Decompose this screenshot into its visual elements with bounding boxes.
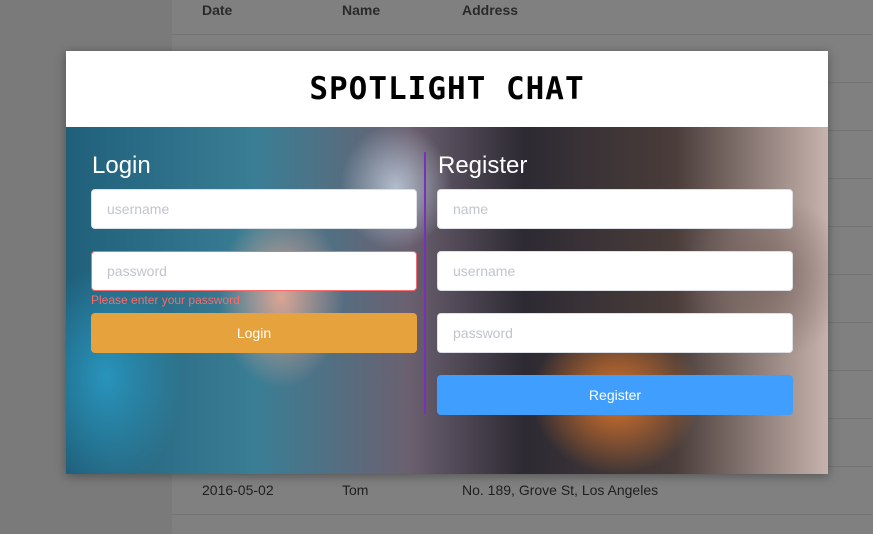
table-header-row: Date Name Address: [172, 0, 873, 35]
register-heading: Register: [438, 152, 528, 179]
column-header-date: Date: [202, 2, 233, 18]
form-divider: [424, 152, 426, 414]
password-error-message: Please enter your password: [91, 293, 240, 307]
column-header-name: Name: [342, 2, 381, 18]
login-button[interactable]: Login: [91, 313, 417, 353]
row-address: No. 189, Grove St, Los Angeles: [462, 482, 659, 498]
column-header-address: Address: [462, 2, 519, 18]
login-username-input[interactable]: [91, 189, 417, 229]
login-heading: Login: [92, 152, 151, 179]
register-name-input[interactable]: [437, 189, 793, 229]
register-button[interactable]: Register: [437, 375, 793, 415]
register-username-input[interactable]: [437, 251, 793, 291]
modal-header: SPOTLIGHT CHAT: [66, 51, 828, 127]
login-form: Login Please enter your password Login: [91, 152, 417, 353]
auth-modal: SPOTLIGHT CHAT Login Please enter your p…: [66, 51, 828, 474]
modal-body: Login Please enter your password Login R…: [66, 127, 828, 474]
app-title: SPOTLIGHT CHAT: [309, 71, 585, 107]
login-password-input[interactable]: [91, 251, 417, 291]
register-password-input[interactable]: [437, 313, 793, 353]
register-form: Register Register: [437, 152, 793, 415]
row-date: 2016-05-02: [202, 482, 274, 498]
row-name: Tom: [342, 482, 369, 498]
